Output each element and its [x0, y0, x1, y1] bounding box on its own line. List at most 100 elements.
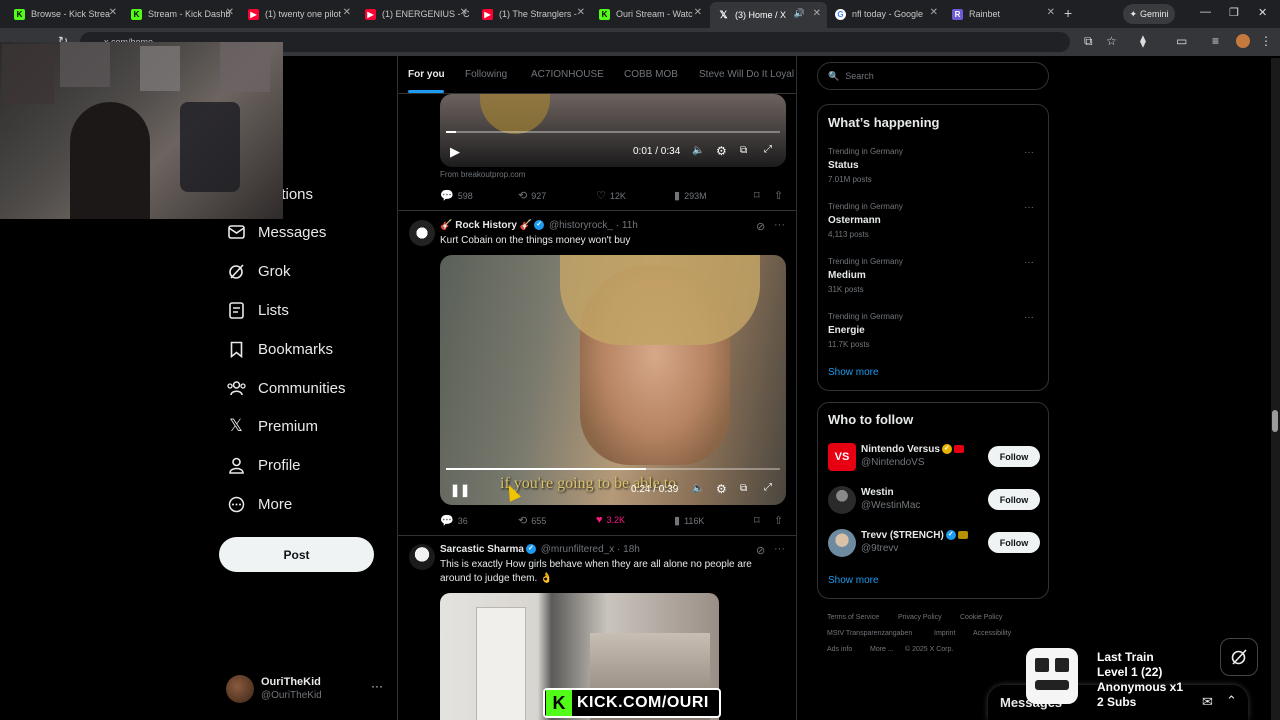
close-icon[interactable]: ✕ [460, 7, 468, 18]
follow-suggestion[interactable]: Trevv ($TRENCH) ✓ @9trevv Follow [828, 529, 1040, 559]
trend-item[interactable]: Trending in Germany Energie 11.7K posts … [828, 312, 1040, 349]
more-dots-icon[interactable]: ··· [1024, 257, 1034, 268]
video-player[interactable]: if you're going to be able to ❚❚ 0:24 / … [440, 255, 786, 505]
like-button[interactable]: ♡ 12K [596, 189, 626, 202]
search-input[interactable]: 🔍 Search [817, 62, 1049, 90]
pip-icon[interactable]: ⧉ [740, 145, 747, 156]
tab-following[interactable]: Following [465, 69, 507, 80]
settings-icon[interactable]: ⚙ [716, 482, 727, 496]
fullscreen-icon[interactable]: ⤢ [764, 144, 772, 155]
post-button[interactable]: Post [219, 537, 374, 572]
sidepanel-icon[interactable]: ▭ [1176, 34, 1187, 48]
video-progress[interactable] [446, 468, 780, 470]
follow-suggestion[interactable]: Westin @WestinMac Follow [828, 486, 1040, 516]
nav-item-lists[interactable]: Lists [226, 295, 289, 325]
nav-item-more[interactable]: More [226, 489, 292, 519]
footer-link[interactable]: More ... [870, 646, 894, 653]
mute-icon[interactable]: 🔈 [692, 483, 704, 494]
close-icon[interactable]: ✕ [930, 7, 938, 18]
menu-icon[interactable]: ⋮ [1260, 34, 1272, 48]
follow-button[interactable]: Follow [988, 446, 1040, 467]
trend-item[interactable]: Trending in Germany Status 7.01M posts ·… [828, 147, 1040, 184]
grok-icon[interactable]: ⊘ [756, 220, 765, 233]
share-button[interactable]: ⇧ [774, 189, 783, 202]
close-window-icon[interactable]: ✕ [1258, 6, 1267, 19]
views-button[interactable]: ▮ 116K [674, 514, 704, 527]
gemini-button[interactable]: ✦ Gemini [1123, 4, 1175, 24]
trend-item[interactable]: Trending in Germany Medium 31K posts ··· [828, 257, 1040, 294]
settings-icon[interactable]: ⚙ [716, 144, 727, 158]
nav-item-premium[interactable]: 𝕏 Premium [226, 411, 318, 441]
bookmark-star-icon[interactable]: ☆ [1106, 34, 1117, 48]
restore-icon[interactable]: ❐ [1229, 6, 1239, 19]
nav-item-bookmarks[interactable]: Bookmarks [226, 334, 333, 364]
expand-icon[interactable]: ⌃ [1226, 693, 1237, 709]
scrollbar-track[interactable] [1271, 58, 1280, 720]
browser-tab[interactable]: K Browse - Kick Strea ✕ [6, 4, 123, 24]
browser-tab[interactable]: G nfl today - Google ✕ [827, 4, 944, 24]
footer-link[interactable]: Privacy Policy [898, 614, 942, 621]
browser-tab[interactable]: ▶ (1) ENERGENIUS - C ✕ [357, 4, 474, 24]
nav-item-grok[interactable]: Grok [226, 256, 291, 286]
more-dots-icon[interactable]: ··· [1024, 202, 1034, 213]
browser-tab[interactable]: K Ouri Stream - Watc ✕ [591, 4, 708, 24]
scrollbar-thumb[interactable] [1272, 410, 1278, 432]
close-icon[interactable]: ✕ [109, 7, 117, 18]
tab-ac7ionhouse[interactable]: AC7IONHOUSE [531, 69, 604, 80]
browser-tab-active[interactable]: 𝕏 (3) Home / X 🔊 ✕ [710, 2, 827, 28]
avatar[interactable] [409, 220, 435, 246]
nav-item-messages[interactable]: Messages [226, 217, 326, 247]
play-icon[interactable]: ▶ [450, 144, 460, 160]
footer-link[interactable]: Cookie Policy [960, 614, 1002, 621]
footer-link[interactable]: Terms of Service [827, 614, 879, 621]
mute-icon[interactable]: 🔈 [692, 145, 704, 156]
nav-item-communities[interactable]: Communities [226, 373, 346, 403]
close-icon[interactable]: ✕ [343, 7, 351, 18]
follow-suggestion[interactable]: VS Nintendo Versus ✓ @NintendoVS Follow [828, 443, 1040, 473]
close-icon[interactable]: ✕ [1047, 7, 1055, 18]
grok-float-button[interactable] [1220, 638, 1258, 676]
follow-button[interactable]: Follow [988, 489, 1040, 510]
reply-button[interactable]: 💬 36 [440, 514, 468, 527]
grok-icon[interactable]: ⊘ [756, 544, 765, 557]
new-tab-icon[interactable]: + [1064, 5, 1072, 21]
more-dots-icon[interactable]: ··· [371, 679, 383, 693]
tab-steve-will-do-it[interactable]: Steve Will Do It Loyal [699, 69, 794, 80]
close-icon[interactable]: ✕ [577, 7, 585, 18]
footer-link[interactable]: MStV Transparenzangaben [827, 630, 912, 637]
reply-button[interactable]: 💬 598 [440, 189, 473, 202]
tab-cobb-mob[interactable]: COBB MOB [624, 69, 678, 80]
avatar[interactable] [409, 544, 435, 570]
views-button[interactable]: ▮ 293M [674, 189, 707, 202]
more-dots-icon[interactable]: ··· [774, 543, 785, 555]
install-app-icon[interactable]: ⧉ [1084, 34, 1093, 49]
show-more-link[interactable]: Show more [828, 575, 879, 586]
footer-link[interactable]: Accessibility [973, 630, 1011, 637]
browser-tab[interactable]: R Rainbet ✕ [944, 4, 1061, 24]
pause-icon[interactable]: ❚❚ [450, 483, 470, 497]
bookmark-button[interactable]: ⌑ [754, 189, 760, 202]
footer-link[interactable]: Imprint [934, 630, 955, 637]
browser-tab[interactable]: K Stream - Kick Dashb ✕ [123, 4, 240, 24]
speaker-icon[interactable]: 🔊 [794, 8, 805, 19]
video-player[interactable]: ▶ 0:01 / 0:34 🔈 ⚙ ⧉ ⤢ [440, 94, 786, 167]
close-icon[interactable]: ✕ [694, 7, 702, 18]
share-button[interactable]: ⇧ [774, 514, 783, 527]
follow-button[interactable]: Follow [988, 532, 1040, 553]
close-icon[interactable]: ✕ [226, 7, 234, 18]
trend-item[interactable]: Trending in Germany Ostermann 4,113 post… [828, 202, 1040, 239]
tweet-author[interactable]: Sarcastic Sharma ✓ @mrunfiltered_x · 18h [440, 544, 640, 555]
show-more-link[interactable]: Show more [828, 367, 879, 378]
browser-tab[interactable]: ▶ (1) twenty one pilot ✕ [240, 4, 357, 24]
extensions-icon[interactable]: ⧫ [1140, 34, 1146, 48]
account-switcher[interactable]: OuriTheKid @OuriTheKid ··· [226, 673, 386, 705]
nav-item-profile[interactable]: Profile [226, 450, 301, 480]
tweet-author[interactable]: 🎸 Rock History 🎸 ✓ @historyrock_ · 11h [440, 220, 638, 231]
close-icon[interactable]: ✕ [813, 8, 821, 19]
browser-tab[interactable]: ▶ (1) The Stranglers - ✕ [474, 4, 591, 24]
more-dots-icon[interactable]: ··· [1024, 147, 1034, 158]
bookmark-button[interactable]: ⌑ [754, 514, 760, 527]
repost-button[interactable]: ⟲ 927 [518, 189, 546, 202]
more-dots-icon[interactable]: ··· [774, 219, 785, 231]
ad-source[interactable]: From breakoutprop.com [440, 170, 525, 179]
